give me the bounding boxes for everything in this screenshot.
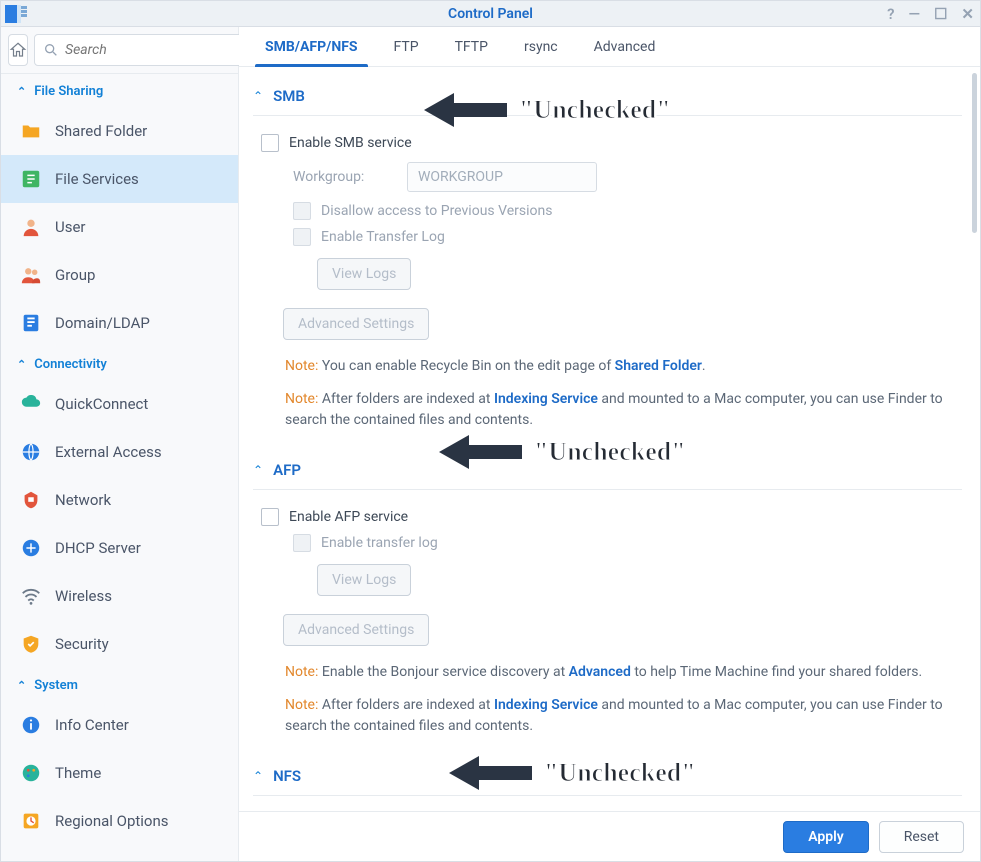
sidebar-item-theme[interactable]: Theme [1, 749, 238, 797]
caret-up-icon: ⌃ [17, 85, 26, 98]
link-advanced-tab[interactable]: Advanced [569, 664, 631, 680]
sidebar-item-shared-folder[interactable]: Shared Folder [1, 107, 238, 155]
section-smb-header[interactable]: ⌃ SMB [253, 81, 962, 116]
button-smb-advanced: Advanced Settings [283, 308, 429, 340]
tab-advanced[interactable]: Advanced [576, 27, 674, 66]
sidebar-item-regional-options[interactable]: Regional Options [1, 797, 238, 845]
label-enable-smb: Enable SMB service [289, 135, 412, 151]
apply-button[interactable]: Apply [783, 821, 869, 853]
minimize-button[interactable]: — [908, 5, 920, 23]
sidebar-group-connectivity[interactable]: ⌃Connectivity [1, 347, 238, 380]
maximize-button[interactable]: ☐ [934, 5, 947, 23]
sidebar-item-dhcp-server[interactable]: DHCP Server [1, 524, 238, 572]
sidebar-item-info-center[interactable]: Info Center [1, 701, 238, 749]
tab-rsync[interactable]: rsync [506, 27, 576, 66]
sidebar: ⌃File Sharing Shared Folder File Service… [1, 27, 239, 861]
app-icon [5, 4, 27, 24]
titlebar: Control Panel ? — ☐ ✕ [1, 1, 980, 27]
sidebar-item-external-access[interactable]: External Access [1, 428, 238, 476]
note-afp-bonjour: Note: Enable the Bonjour service discove… [253, 652, 962, 685]
section-title: AFP [273, 461, 301, 479]
sidebar-item-file-services[interactable]: File Services [1, 155, 238, 203]
input-workgroup[interactable] [407, 162, 597, 192]
button-smb-view-logs: View Logs [317, 258, 411, 290]
tab-smb-afp-nfs[interactable]: SMB/AFP/NFS [247, 27, 376, 66]
button-afp-view-logs: View Logs [317, 564, 411, 596]
scrollbar[interactable] [972, 73, 977, 805]
caret-up-icon: ⌃ [253, 463, 263, 477]
nfs-description: Enable this function to allow users to a… [253, 810, 962, 811]
section-afp-header[interactable]: ⌃ AFP [253, 455, 962, 490]
link-indexing-service[interactable]: Indexing Service [494, 391, 598, 407]
tab-tftp[interactable]: TFTP [437, 27, 506, 66]
search-input-wrap[interactable] [34, 34, 252, 66]
checkbox-smb-transfer-log [293, 228, 311, 246]
window-title: Control Panel [448, 6, 533, 22]
checkbox-afp-transfer-log [293, 534, 311, 552]
note-smb-indexing: Note: After folders are indexed at Index… [253, 379, 962, 433]
note-afp-indexing: Note: After folders are indexed at Index… [253, 685, 962, 739]
reset-button[interactable]: Reset [879, 821, 964, 853]
sidebar-item-network[interactable]: Network [1, 476, 238, 524]
tabs: SMB/AFP/NFS FTP TFTP rsync Advanced [239, 27, 980, 67]
sidebar-item-domain-ldap[interactable]: Domain/LDAP [1, 299, 238, 347]
sidebar-item-security[interactable]: Security [1, 620, 238, 668]
sidebar-item-wireless[interactable]: Wireless [1, 572, 238, 620]
tab-ftp[interactable]: FTP [376, 27, 437, 66]
label-afp-transfer-log: Enable transfer log [321, 535, 438, 551]
sidebar-item-quickconnect[interactable]: QuickConnect [1, 380, 238, 428]
note-smb-recycle: Note: You can enable Recycle Bin on the … [253, 346, 962, 379]
caret-up-icon: ⌃ [253, 89, 263, 103]
label-smb-transfer-log: Enable Transfer Log [321, 229, 445, 245]
label-enable-afp: Enable AFP service [289, 509, 408, 525]
home-button[interactable] [8, 34, 28, 66]
close-button[interactable]: ✕ [961, 5, 974, 23]
sidebar-group-file-sharing[interactable]: ⌃File Sharing [1, 74, 238, 107]
search-icon [43, 42, 59, 58]
sidebar-group-system[interactable]: ⌃System [1, 668, 238, 701]
caret-up-icon: ⌃ [17, 679, 26, 692]
search-input[interactable] [65, 42, 243, 58]
section-title: NFS [273, 767, 301, 785]
home-icon [9, 41, 27, 59]
link-indexing-service[interactable]: Indexing Service [494, 697, 598, 713]
caret-up-icon: ⌃ [253, 769, 263, 783]
help-button[interactable]: ? [887, 5, 894, 23]
sidebar-item-user[interactable]: User [1, 203, 238, 251]
link-shared-folder[interactable]: Shared Folder [615, 358, 702, 374]
checkbox-enable-smb[interactable] [261, 134, 279, 152]
sidebar-item-group[interactable]: Group [1, 251, 238, 299]
label-workgroup: Workgroup: [293, 169, 393, 185]
section-nfs-header[interactable]: ⌃ NFS [253, 761, 962, 796]
footer: Apply Reset [239, 811, 980, 861]
caret-up-icon: ⌃ [17, 358, 26, 371]
label-disallow-previous: Disallow access to Previous Versions [321, 203, 552, 219]
checkbox-disallow-previous [293, 202, 311, 220]
section-title: SMB [273, 87, 305, 105]
button-afp-advanced: Advanced Settings [283, 614, 429, 646]
checkbox-enable-afp[interactable] [261, 508, 279, 526]
